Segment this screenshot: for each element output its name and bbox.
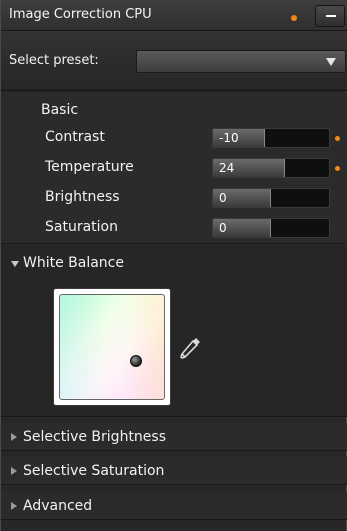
eyedropper-icon[interactable] [177,335,203,361]
saturation-label: Saturation [45,219,118,235]
advanced-label: Advanced [23,498,93,514]
expand-triangle-icon [11,261,19,267]
brightness-label: Brightness [45,189,120,205]
brightness-slider[interactable]: 0 [212,188,330,208]
dropdown-arrow-icon [326,58,336,66]
minimize-button[interactable] [315,5,345,27]
contrast-modified-dot [335,136,340,141]
collapse-triangle-icon [11,467,17,475]
selective-brightness-label: Selective Brightness [23,429,167,445]
white-balance-label: White Balance [23,255,124,271]
saturation-row: Saturation 0 [1,214,347,242]
image-correction-panel: Image Correction CPU Select preset: Basi… [0,0,347,531]
selective-brightness-head: Selective Brightness [1,423,347,453]
white-balance-header[interactable]: White Balance [1,249,347,279]
advanced-header[interactable]: Advanced [1,492,347,520]
white-balance-section: White Balance [1,245,347,417]
selective-saturation-header[interactable]: Selective Saturation [1,457,347,485]
contrast-slider[interactable]: -10 [212,128,330,148]
basic-heading: Basic [41,102,79,118]
basic-section: Basic Contrast -10 Temperature 24 Bright… [1,92,347,244]
modified-indicator-dot [291,15,297,21]
brightness-value: 0 [219,191,227,205]
minimize-icon [326,15,336,17]
temperature-row: Temperature 24 [1,154,347,182]
brightness-row: Brightness 0 [1,184,347,212]
temperature-slider[interactable]: 24 [212,158,330,178]
collapse-triangle-icon [11,502,17,510]
contrast-value: -10 [219,131,239,145]
selective-saturation-label: Selective Saturation [23,463,165,479]
saturation-value: 0 [219,221,227,235]
collapse-triangle-icon [11,433,17,441]
temperature-label: Temperature [45,159,134,175]
panel-title: Image Correction CPU [9,7,152,22]
advanced-head: Advanced [1,492,347,522]
selective-brightness-header[interactable]: Selective Brightness [1,423,347,451]
contrast-row: Contrast -10 [1,124,347,152]
preset-label: Select preset: [9,53,99,68]
white-balance-color-pad[interactable] [53,288,171,406]
contrast-label: Contrast [45,129,105,145]
panel-titlebar: Image Correction CPU [1,0,347,31]
temperature-modified-dot [335,166,340,171]
preset-dropdown[interactable] [136,50,346,73]
selective-saturation-head: Selective Saturation [1,457,347,487]
preset-row: Select preset: [1,31,347,91]
temperature-value: 24 [219,161,235,175]
white-balance-gradient [59,294,165,400]
saturation-slider[interactable]: 0 [212,218,330,238]
white-balance-handle[interactable] [130,355,142,367]
